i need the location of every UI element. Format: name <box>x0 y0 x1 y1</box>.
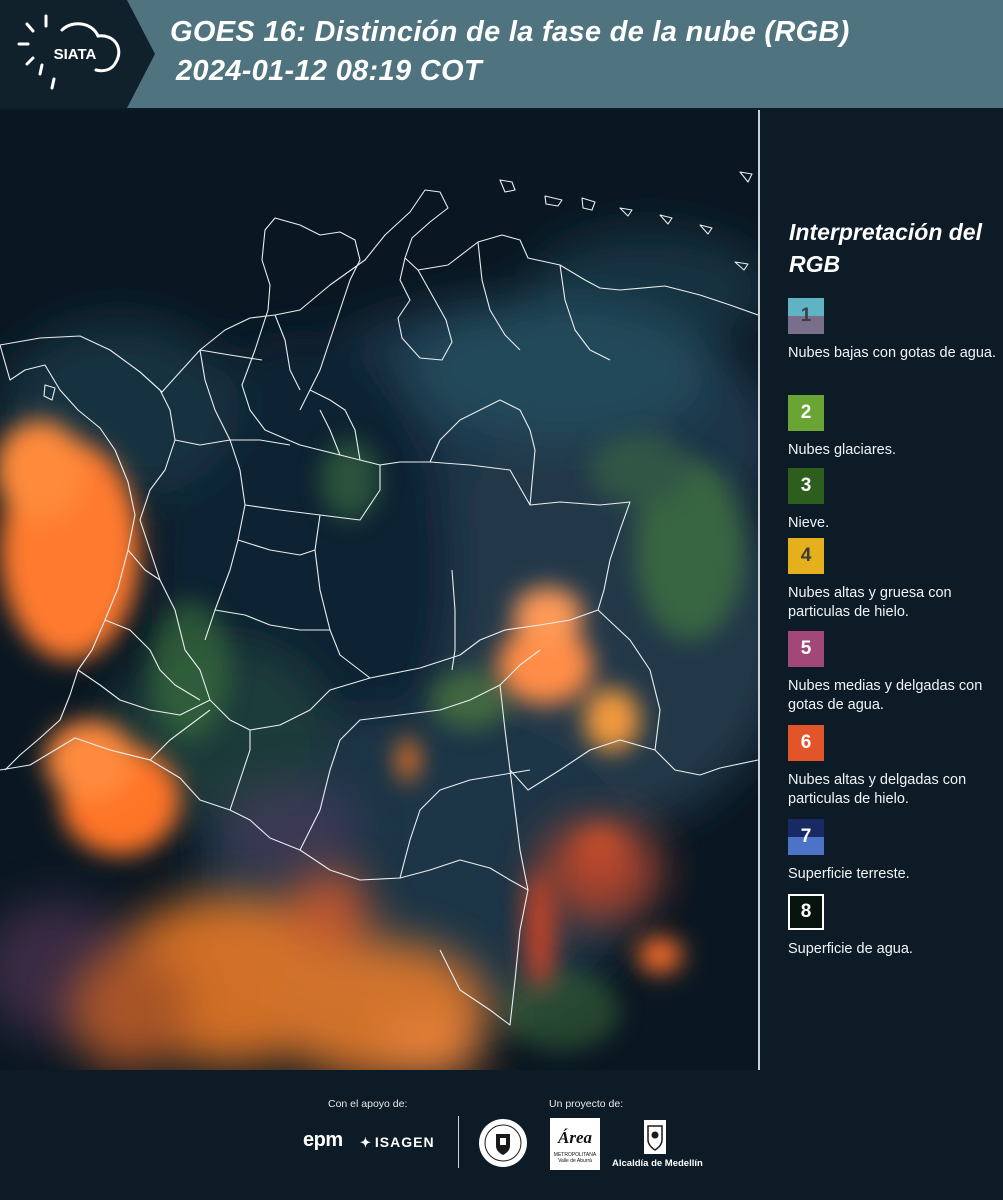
legend-item: 8 Superficie de agua. <box>788 894 1000 959</box>
legend-panel: Interpretación del RGB 1 Nubes bajas con… <box>772 110 1003 1070</box>
siata-logo: SIATA <box>0 0 155 108</box>
footer: Con el apoyo de: Un proyecto de: epm ✦ IS… <box>0 1072 1003 1200</box>
legend-swatch: 2 <box>788 395 824 431</box>
isagen-text: ISAGEN <box>374 1134 435 1150</box>
epm-logo: epm <box>303 1129 343 1151</box>
legend-label: Superficie terreste. <box>788 866 910 882</box>
legend-number: 4 <box>800 545 812 566</box>
isagen-mark-icon: ✦ <box>360 1135 372 1150</box>
area-metropolitana-logo: Área METROPOLITANA Valle de Aburrá <box>550 1118 600 1170</box>
legend-number: 8 <box>800 901 812 922</box>
legend-swatch: 5 <box>788 631 824 667</box>
legend-swatch: 7 <box>788 819 824 855</box>
legend-label: Nubes altas y delgadas con particulas de… <box>788 772 967 807</box>
legend-number: 7 <box>800 826 812 847</box>
area-logo-text: Área <box>558 1128 592 1147</box>
legend-number: 5 <box>800 638 812 659</box>
legend-label: Nieve. <box>788 515 830 531</box>
legend-swatch: 8 <box>788 894 824 930</box>
legend-item: 6 Nubes altas y delgadas con particulas … <box>788 725 1000 809</box>
legend-item: 4 Nubes altas y gruesa con particulas de… <box>788 538 1000 622</box>
legend-item: 5 Nubes medias y delgadas con gotas de a… <box>788 631 1000 715</box>
svg-text:SIATA: SIATA <box>54 46 97 63</box>
timestamp: 2024-01-12 08:19 COT <box>176 55 482 87</box>
area-logo-subtext: METROPOLITANA Valle de Aburrá <box>553 1152 597 1164</box>
legend-label: Nubes altas y gruesa con particulas de h… <box>788 585 952 620</box>
header-bar: SIATA GOES 16: Distinción de la fase de … <box>0 0 1003 108</box>
alcaldia-logo-text: Alcaldía de Medellín <box>612 1158 703 1169</box>
legend-item: 1 Nubes bajas con gotas de agua. <box>788 298 1000 363</box>
legend-swatch: 6 <box>788 725 824 761</box>
legend-label: Superficie de agua. <box>788 941 913 957</box>
legend-label: Nubes bajas con gotas de agua. <box>788 345 996 361</box>
legend-swatch: 3 <box>788 468 824 504</box>
legend-item: 2 Nubes glaciares. <box>788 395 1000 460</box>
page-title: GOES 16: Distinción de la fase de la nub… <box>170 16 850 48</box>
medellin-shield-icon <box>642 1118 668 1161</box>
legend-label: Nubes medias y delgadas con gotas de agu… <box>788 678 983 713</box>
legend-number: 2 <box>800 402 812 423</box>
legend-title: Interpretación del RGB <box>789 219 982 277</box>
support-label: Con el apoyo de: <box>328 1098 408 1110</box>
legend-swatch: 1 <box>788 298 824 334</box>
legend-swatch: 4 <box>788 538 824 574</box>
isagen-logo: ✦ ISAGEN <box>360 1134 435 1151</box>
legend-label: Nubes glaciares. <box>788 442 896 458</box>
legend-number: 1 <box>800 305 812 326</box>
university-seal-logo <box>478 1118 528 1173</box>
footer-divider <box>458 1116 459 1168</box>
legend-number: 6 <box>800 732 812 753</box>
legend-item: 7 Superficie terreste. <box>788 819 1000 884</box>
satellite-map[interactable] <box>0 110 760 1070</box>
project-label: Un proyecto de: <box>549 1098 624 1110</box>
legend-item: 3 Nieve. <box>788 468 1000 533</box>
legend-number: 3 <box>800 475 812 496</box>
